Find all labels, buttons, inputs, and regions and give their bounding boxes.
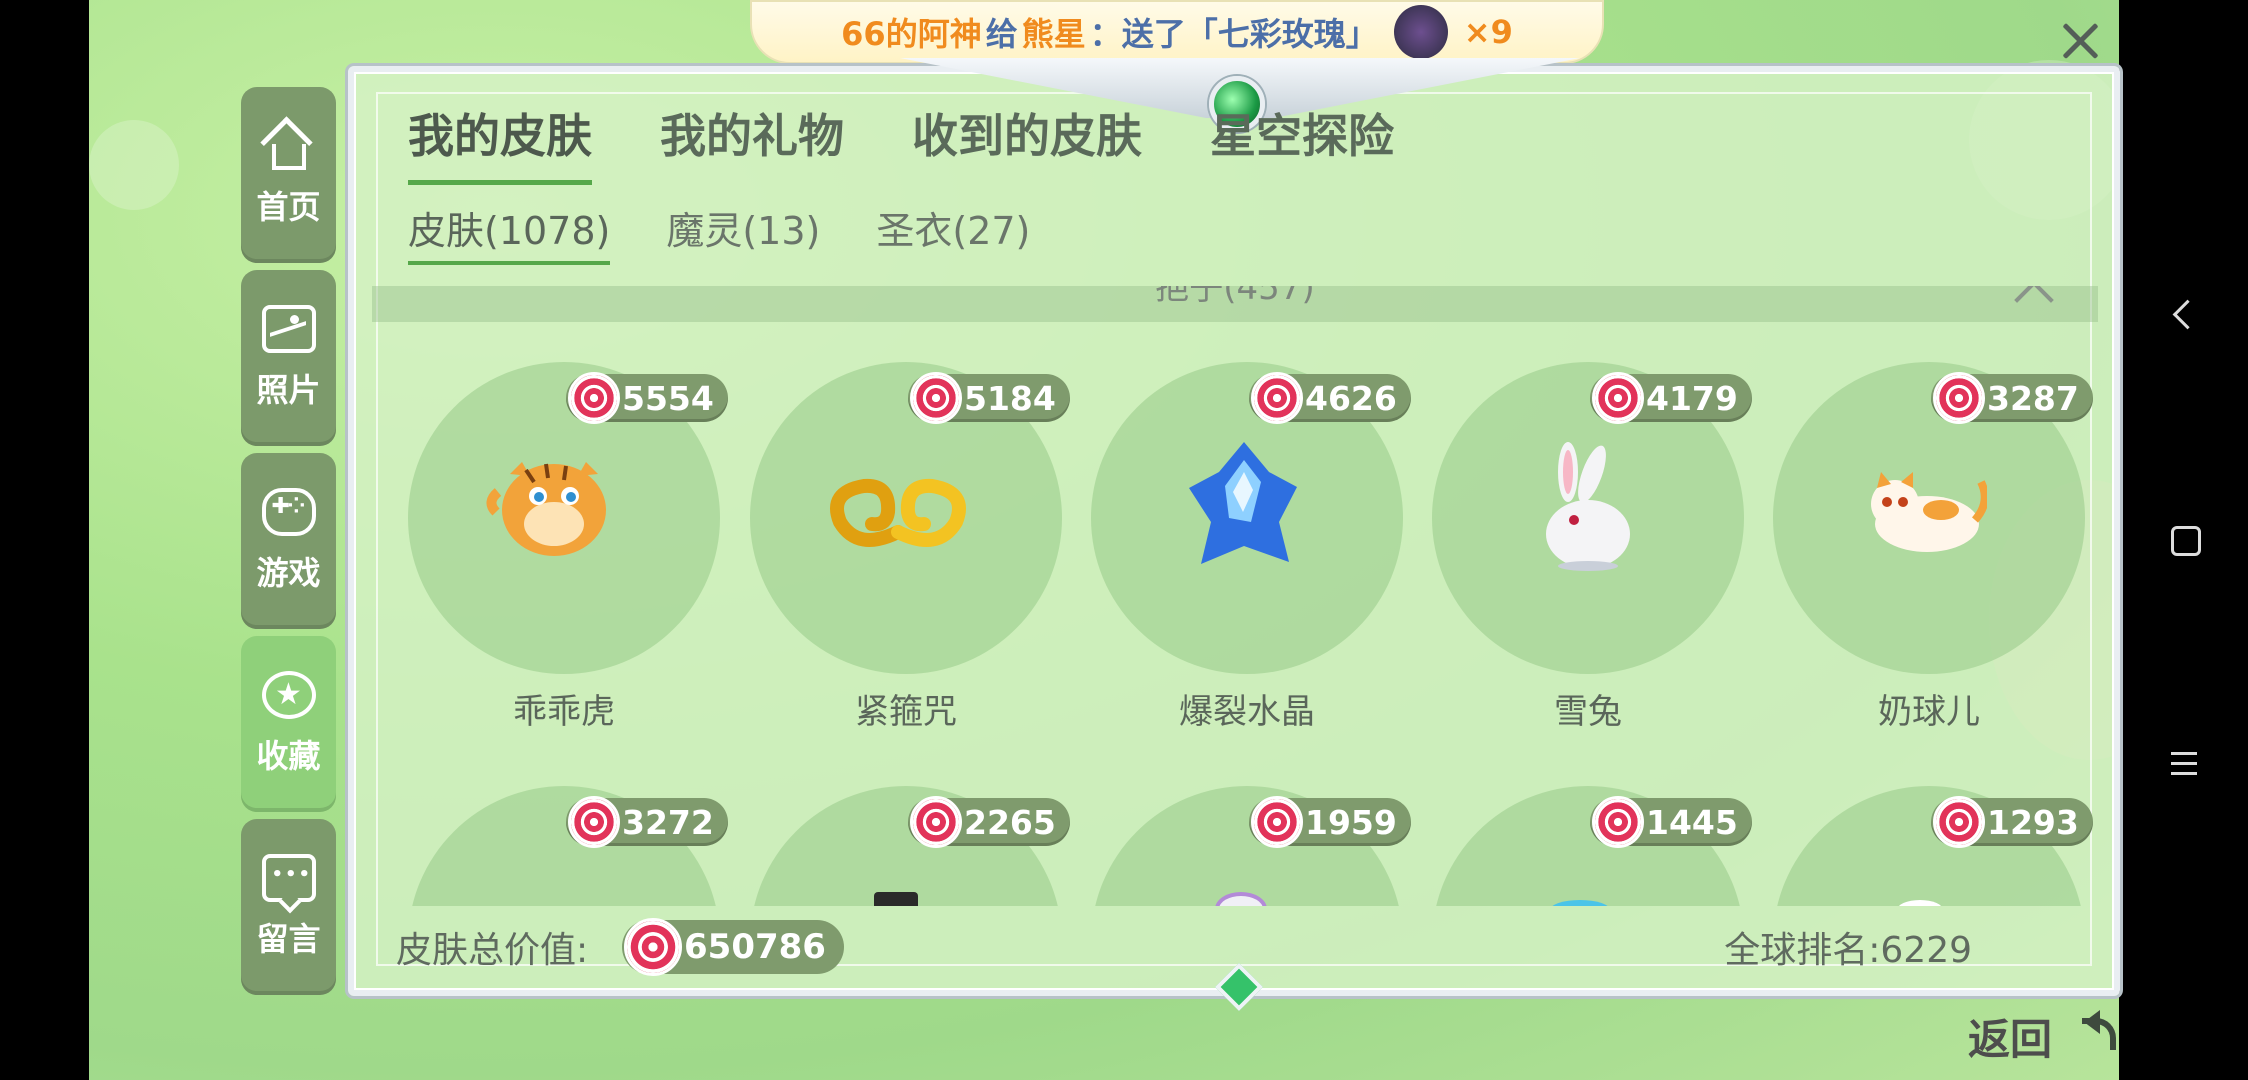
sub-tabs: 皮肤(1078) 魔灵(13) 圣衣(27)	[408, 200, 1030, 265]
price-value: 3287	[1987, 378, 2079, 418]
skin-name: 奶球儿	[1878, 692, 1980, 732]
sidebar-item-photos[interactable]: 照片	[241, 270, 336, 446]
total-value: 650786	[684, 927, 826, 967]
candy-currency-icon	[1251, 372, 1303, 424]
sidebar-item-label: 照片	[256, 371, 321, 409]
skin-price: 1293	[1931, 796, 2093, 848]
skin-price: 5184	[908, 372, 1070, 424]
home-icon	[262, 122, 316, 170]
main-tabs: 我的皮肤 我的礼物 收到的皮肤 星空探险	[408, 100, 1394, 185]
skin-price: 4179	[1590, 372, 1752, 424]
skin-card[interactable]: 1959	[1079, 746, 1411, 906]
banner-action: ：送了「七彩玫瑰」	[1089, 15, 1378, 53]
candy-currency-icon	[1933, 796, 1985, 848]
price-value: 5184	[964, 378, 1056, 418]
skin-name: 乖乖虎	[513, 692, 615, 732]
sidebar-item-label: 留言	[256, 920, 321, 958]
banner-connector: 给	[985, 15, 1018, 53]
skin-card[interactable]: 1445	[1420, 746, 1752, 906]
banner-sender: 66的阿神	[841, 15, 982, 53]
rabbit-icon	[1546, 442, 1630, 571]
skin-card[interactable]: 4179 雪兔	[1420, 322, 1752, 732]
back-arrow-icon[interactable]	[2072, 1010, 2118, 1056]
banner-receiver: 熊星	[1021, 15, 1086, 53]
skin-price: 2265	[908, 796, 1070, 848]
total-value-label: 皮肤总价值:	[396, 930, 589, 971]
price-value: 1293	[1987, 802, 2079, 842]
candy-currency-icon	[910, 796, 962, 848]
sidebar-item-label: 收藏	[256, 737, 321, 775]
skin-card[interactable]: 1293	[1761, 746, 2093, 906]
skin-name: 雪兔	[1554, 692, 1622, 732]
price-value: 1445	[1646, 802, 1738, 842]
gamepad-icon	[261, 488, 316, 536]
skins-summary-footer: 皮肤总价值: 650786 全球排名:6229	[372, 906, 2098, 988]
golden-ring-icon	[830, 478, 966, 547]
candy-currency-icon	[1592, 372, 1644, 424]
sidebar-item-games[interactable]: 游戏	[241, 453, 336, 629]
message-icon	[261, 854, 316, 902]
price-value: 5554	[622, 378, 714, 418]
gift-broadcast-banner: 66的阿神 给 熊星 ：送了「七彩玫瑰」 ×9	[750, 0, 1604, 64]
candy-currency-icon	[568, 796, 620, 848]
subtab-armor[interactable]: 圣衣(27)	[876, 200, 1030, 265]
section-label: 挹子(457)	[1155, 286, 1315, 308]
candy-currency-icon	[624, 918, 682, 976]
tab-star-adventure[interactable]: 星空探险	[1210, 100, 1394, 185]
subtab-skins[interactable]: 皮肤(1078)	[408, 200, 611, 265]
sidebar-item-messages[interactable]: 留言	[241, 819, 336, 995]
skin-price: 1959	[1249, 796, 1411, 848]
sidebar-item-label: 首页	[256, 188, 321, 226]
skin-card[interactable]: 3287 奶球儿	[1761, 322, 2093, 732]
skin-name: 爆裂水晶	[1179, 692, 1315, 732]
sidebar-item-home[interactable]: 首页	[241, 87, 336, 263]
skin-price: 3272	[566, 796, 728, 848]
cat-icon	[1871, 472, 1987, 552]
nav-menu-icon[interactable]	[2165, 744, 2205, 784]
back-button[interactable]: 返回	[1968, 1006, 2052, 1067]
skin-price: 4626	[1249, 372, 1411, 424]
price-value: 2265	[964, 802, 1056, 842]
tab-my-skins[interactable]: 我的皮肤	[408, 100, 592, 185]
price-value: 1959	[1305, 802, 1397, 842]
subtab-spirits[interactable]: 魔灵(13)	[666, 200, 820, 265]
nav-back-icon[interactable]	[2165, 296, 2205, 336]
sidebar-item-label: 游戏	[256, 554, 321, 592]
candy-currency-icon	[1592, 796, 1644, 848]
price-value: 4179	[1646, 378, 1738, 418]
skin-price: 3287	[1931, 372, 2093, 424]
skin-card[interactable]: 5184 紧箍咒	[738, 322, 1070, 732]
candy-currency-icon	[568, 372, 620, 424]
tab-my-gifts[interactable]: 我的礼物	[660, 100, 844, 185]
sidebar-item-favorites[interactable]: ★ 收藏	[241, 636, 336, 812]
skin-price: 5554	[566, 372, 728, 424]
candy-currency-icon	[1251, 796, 1303, 848]
candy-currency-icon	[1933, 372, 1985, 424]
gift-icon	[1393, 5, 1448, 59]
skin-grid: 5554 乖乖虎 5184 紧箍咒 4626 爆裂水晶 4179 雪兔 3287…	[372, 322, 2098, 906]
price-value: 4626	[1305, 378, 1397, 418]
skin-card[interactable]: 3272	[396, 746, 728, 906]
skin-card[interactable]: 4626 爆裂水晶	[1079, 322, 1411, 732]
section-header[interactable]: 挹子(457)	[372, 286, 2098, 322]
photo-icon	[261, 305, 316, 353]
skin-price: 1445	[1590, 796, 1752, 848]
star-icon: ★	[261, 671, 316, 719]
skin-card[interactable]: 5554 乖乖虎	[396, 322, 728, 732]
candy-currency-icon	[910, 372, 962, 424]
nav-home-icon[interactable]	[2165, 520, 2205, 560]
banner-count: ×9	[1463, 13, 1513, 51]
tab-received-skins[interactable]: 收到的皮肤	[912, 100, 1142, 185]
skin-name: 紧箍咒	[855, 692, 957, 732]
price-value: 3272	[622, 802, 714, 842]
close-icon[interactable]	[2057, 18, 2103, 64]
crystal-icon	[1189, 442, 1297, 564]
skin-card[interactable]: 2265	[738, 746, 1070, 906]
tiger-icon	[486, 462, 606, 556]
hat-icon	[874, 892, 918, 906]
total-value-pill: 650786	[622, 918, 844, 976]
global-rank: 全球排名:6229	[1724, 930, 1972, 971]
